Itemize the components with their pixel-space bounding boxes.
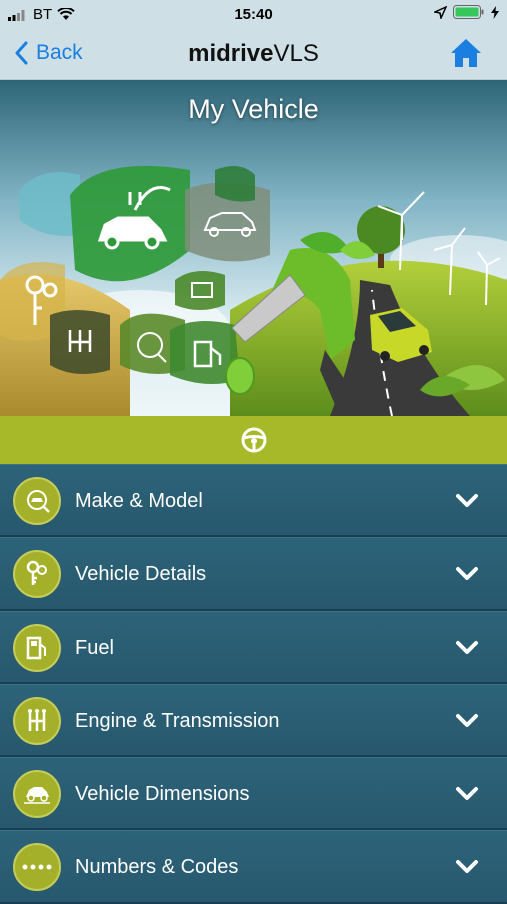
chevron-down-icon	[456, 787, 478, 801]
chevron-down-icon	[456, 494, 478, 507]
menu-item-label: Engine & Transmission	[75, 709, 280, 732]
chevron-down-icon	[456, 567, 478, 581]
app-title-bold: midrive	[188, 40, 274, 67]
battery-icon	[453, 5, 484, 19]
page-title: My Vehicle	[188, 94, 319, 124]
menu-item-vehicle-details[interactable]: Vehicle Details	[0, 537, 507, 611]
hero-banner: My Vehicle	[0, 80, 507, 416]
chevron-down-icon	[456, 640, 478, 654]
charging-bolt-icon	[491, 5, 499, 19]
fuel-pump-icon	[13, 623, 61, 672]
steering-wheel-icon[interactable]	[240, 426, 268, 454]
menu-item-numbers-codes[interactable]: Numbers & Codes	[0, 830, 507, 904]
status-time: 15:40	[234, 6, 273, 23]
menu-item-engine-transmission[interactable]: Engine & Transmission	[0, 683, 507, 758]
app-title: midriveVLS	[0, 40, 507, 68]
keys-icon	[13, 550, 61, 599]
asterisks-icon	[13, 843, 61, 892]
chevron-down-icon	[456, 713, 478, 727]
status-bar: BT 15:40	[0, 0, 507, 28]
menu-item-label: Fuel	[75, 636, 114, 659]
chevron-down-icon	[456, 860, 478, 874]
home-icon[interactable]	[449, 37, 483, 69]
menu-item-fuel[interactable]: Fuel	[0, 610, 507, 684]
menu-item-label: Make & Model	[75, 490, 203, 512]
menu-item-label: Numbers & Codes	[75, 856, 239, 879]
app-title-light: VLS	[273, 40, 319, 67]
vehicle-toggle-bar[interactable]	[0, 416, 507, 464]
gear-stick-icon	[13, 696, 61, 745]
hero-illustration	[0, 80, 507, 416]
car-dimensions-icon	[13, 770, 61, 819]
vehicle-menu: Make & Model Vehicle Details Fuel Engine…	[0, 464, 507, 904]
status-right	[434, 5, 499, 19]
navigation-bar: Back midriveVLS	[0, 28, 507, 80]
menu-item-vehicle-dimensions[interactable]: Vehicle Dimensions	[0, 757, 507, 831]
menu-item-label: Vehicle Details	[75, 563, 207, 586]
magnifier-car-icon	[13, 477, 61, 525]
location-arrow-icon	[434, 5, 447, 19]
menu-item-make-model[interactable]: Make & Model	[0, 464, 507, 538]
menu-item-label: Vehicle Dimensions	[75, 783, 250, 806]
